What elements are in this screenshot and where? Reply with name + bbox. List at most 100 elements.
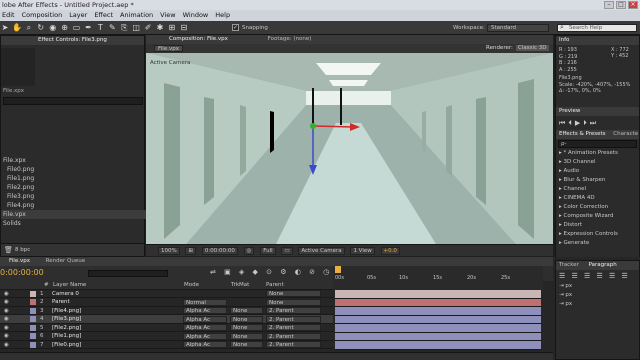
- timeline-comp-tab[interactable]: File.vpx: [9, 258, 30, 264]
- effects-category[interactable]: ▸ 3D Channel: [556, 158, 639, 167]
- layer-row[interactable]: ◉ 2 Parent Normal None: [0, 298, 333, 307]
- menu-window[interactable]: Window: [183, 10, 209, 21]
- visibility-eye-icon[interactable]: ◉: [0, 341, 30, 349]
- layer-label-color[interactable]: [30, 324, 36, 331]
- project-item-folder[interactable]: Solids: [1, 219, 146, 228]
- layer-label-color[interactable]: [30, 290, 36, 297]
- layer-mode[interactable]: Alpha Ac: [183, 332, 227, 340]
- brush-tool-icon[interactable]: ✎: [107, 21, 117, 35]
- snapping-checkbox[interactable]: ✓: [232, 24, 239, 31]
- menu-help[interactable]: Help: [215, 10, 230, 21]
- timeline-search[interactable]: [88, 270, 168, 277]
- project-item[interactable]: File2.png: [1, 183, 146, 192]
- effects-search[interactable]: ρ-: [558, 140, 637, 148]
- eraser-tool-icon[interactable]: ◫: [131, 21, 141, 35]
- layer-mode[interactable]: Normal: [183, 298, 227, 306]
- effects-presets-tab[interactable]: Effects & Presets: [559, 131, 606, 137]
- project-item-comp[interactable]: File.vpx: [1, 210, 146, 219]
- layer-trkmat[interactable]: None: [230, 341, 263, 348]
- region-icon[interactable]: ▭: [281, 247, 293, 255]
- grid-icon[interactable]: ⊞: [185, 247, 197, 255]
- preview-tab-label[interactable]: Preview: [559, 108, 580, 114]
- layer-mode[interactable]: Alpha Ac: [183, 341, 227, 348]
- layer-label-color[interactable]: [30, 333, 36, 339]
- tracker-tab[interactable]: Tracker: [559, 262, 579, 268]
- visibility-eye-icon[interactable]: ◉: [0, 324, 30, 332]
- layer-parent[interactable]: 2. Parent: [266, 341, 321, 348]
- layer-label-color[interactable]: [30, 341, 36, 348]
- layer-duration-bar[interactable]: [335, 341, 541, 350]
- effects-category[interactable]: ▸ Blur & Sharpen: [556, 176, 639, 185]
- zoom-tool-icon[interactable]: ⌕: [24, 21, 34, 35]
- menu-edit[interactable]: Edit: [2, 10, 15, 21]
- layer-trkmat[interactable]: None: [230, 307, 263, 314]
- project-item[interactable]: File4.png: [1, 201, 146, 210]
- menu-composition[interactable]: Composition: [22, 10, 63, 21]
- layer-trkmat[interactable]: [230, 298, 263, 306]
- menu-layer[interactable]: Layer: [69, 10, 87, 21]
- effects-category[interactable]: ▸ CINEMA 4D: [556, 194, 639, 203]
- layer-mode[interactable]: [183, 290, 227, 298]
- layer-trkmat[interactable]: None: [230, 332, 263, 340]
- indent-row[interactable]: ⇥ px: [556, 300, 639, 309]
- type-tool-icon[interactable]: T: [95, 21, 105, 35]
- visibility-eye-icon[interactable]: ◉: [0, 298, 30, 306]
- layer-parent[interactable]: 2. Parent: [266, 324, 321, 331]
- composition-tab[interactable]: Composition: File.vpx: [169, 36, 228, 42]
- timeline-timecode[interactable]: 0:00:00:00: [0, 268, 44, 277]
- effects-category[interactable]: ▸ Audio: [556, 167, 639, 176]
- comp-button[interactable]: File.vpx: [154, 45, 183, 52]
- effects-category[interactable]: ▸ Expression Controls: [556, 230, 639, 239]
- first-frame-icon[interactable]: ⏮: [559, 119, 568, 127]
- visibility-eye-icon[interactable]: ◉: [0, 290, 30, 298]
- resolution-select[interactable]: Full: [260, 247, 276, 255]
- visibility-eye-icon[interactable]: ◉: [0, 332, 30, 340]
- layer-trkmat[interactable]: None: [230, 315, 263, 323]
- layer-trkmat[interactable]: None: [230, 324, 263, 331]
- renderer-value[interactable]: Classic 3D: [516, 45, 549, 51]
- layer-row[interactable]: ◉ 7 [File0.png] Alpha Ac None 2. Parent: [0, 341, 333, 349]
- layer-duration-bar[interactable]: [335, 324, 541, 333]
- pen-tool-icon[interactable]: ✒: [83, 21, 93, 35]
- layer-label-color[interactable]: [30, 307, 36, 314]
- info-tab-label[interactable]: Info: [559, 37, 569, 43]
- current-time-indicator[interactable]: [335, 266, 341, 273]
- layer-parent[interactable]: None: [266, 298, 321, 306]
- layer-row[interactable]: ◉ 3 [File4.png] Alpha Ac None 2. Parent: [0, 307, 333, 315]
- layer-parent[interactable]: None: [266, 290, 321, 297]
- character-tab[interactable]: Characte: [613, 131, 638, 137]
- roto-brush-tool-icon[interactable]: ✐: [143, 21, 153, 35]
- layer-label-color[interactable]: [30, 316, 36, 322]
- camera-tool-icon[interactable]: ◉: [48, 21, 58, 35]
- layer-parent[interactable]: 2. Parent: [266, 307, 321, 314]
- layer-trkmat[interactable]: [230, 290, 263, 298]
- layer-duration-bar[interactable]: [335, 315, 541, 324]
- layer-parent[interactable]: 2. Parent: [266, 315, 321, 323]
- hand-tool-icon[interactable]: ✋: [12, 21, 22, 35]
- exposure-value[interactable]: +0.0: [380, 247, 400, 255]
- layer-parent[interactable]: 2. Parent: [266, 332, 321, 340]
- project-item-comp[interactable]: File.xpx: [1, 156, 146, 165]
- pan-behind-tool-icon[interactable]: ⊕: [60, 21, 70, 35]
- axis-mode-world-icon[interactable]: ⊟: [179, 21, 189, 35]
- footage-tab[interactable]: Footage: (none): [268, 36, 312, 42]
- project-item[interactable]: File3.png: [1, 192, 146, 201]
- visibility-eye-icon[interactable]: ◉: [0, 307, 30, 315]
- selection-tool-icon[interactable]: ➤: [0, 21, 10, 35]
- search-help-input[interactable]: ⌕ Search Help: [557, 24, 637, 32]
- project-item[interactable]: File0.png: [1, 165, 146, 174]
- rectangle-tool-icon[interactable]: ▭: [72, 21, 82, 35]
- play-icon[interactable]: ▶: [575, 119, 583, 127]
- zoom-select[interactable]: 100%: [158, 247, 180, 255]
- views-select[interactable]: 1 View: [350, 247, 375, 255]
- puppet-tool-icon[interactable]: ✱: [155, 21, 165, 35]
- timeline-switches-icons[interactable]: ⇌ ▣ ◈ ◆ ⊙ ⚙ ◐ ⊘ ◷: [210, 268, 332, 276]
- layer-duration-bar[interactable]: [335, 298, 541, 307]
- project-search-field[interactable]: [3, 97, 143, 105]
- effect-controls-tab[interactable]: Effect Controls: File3.png: [38, 37, 107, 43]
- layer-label-color[interactable]: [30, 299, 36, 305]
- menu-effect[interactable]: Effect: [94, 10, 113, 21]
- effects-category[interactable]: ▸ Composite Wizard: [556, 212, 639, 221]
- rotate-tool-icon[interactable]: ↻: [36, 21, 46, 35]
- render-queue-tab[interactable]: Render Queue: [46, 258, 85, 264]
